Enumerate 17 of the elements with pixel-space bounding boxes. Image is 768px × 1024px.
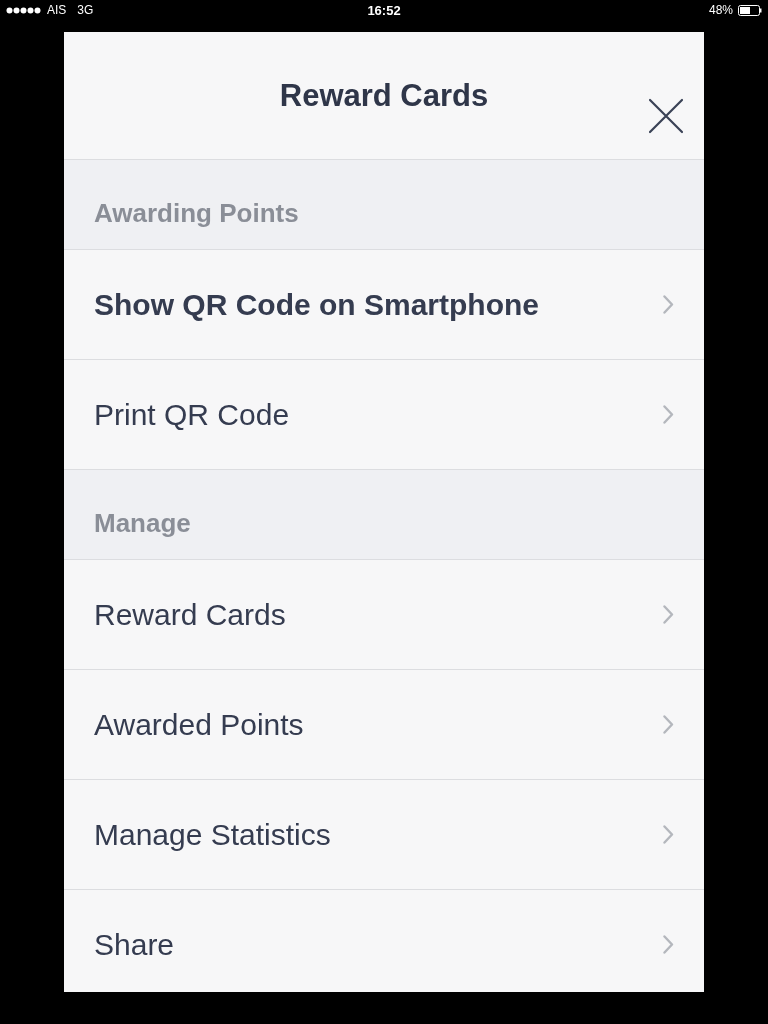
section-heading: Awarding Points: [94, 198, 299, 229]
chevron-icon: [663, 295, 674, 314]
dialog-title: Reward Cards: [279, 77, 489, 114]
chevron-icon: [663, 405, 674, 424]
battery-icon: [738, 4, 762, 16]
battery-percent: 48%: [708, 3, 733, 17]
chevron-icon: [663, 935, 674, 954]
close-icon: [648, 98, 684, 134]
chevron-icon: [663, 825, 674, 844]
chevron-icon: [663, 715, 674, 734]
section-heading: Manage: [94, 508, 191, 539]
signal-icon: [6, 6, 42, 14]
carrier-name: AIS: [47, 3, 67, 17]
chevron-icon: [663, 605, 674, 624]
close-button[interactable]: [648, 98, 684, 134]
status-time: 16:52: [367, 2, 401, 18]
network-type: 3G: [77, 3, 94, 17]
